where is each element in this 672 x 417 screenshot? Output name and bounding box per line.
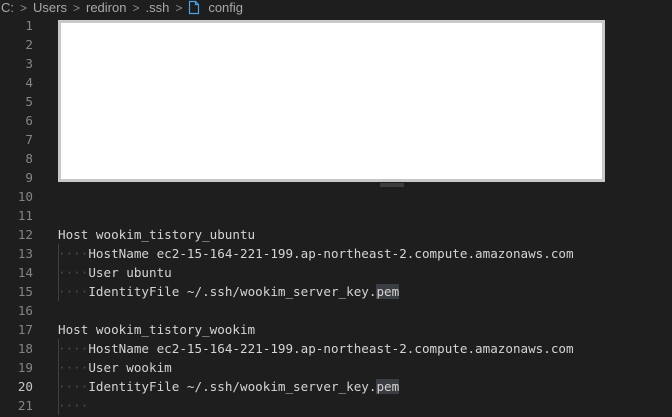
code-line[interactable]: 20 ····IdentityFile ~/.ssh/wookim_server_… [0, 377, 672, 396]
line-number: 9 [25, 170, 33, 185]
whitespace-marker: ···· [58, 379, 89, 394]
line-content: ····User wookim [58, 358, 172, 377]
line-number: 17 [17, 322, 33, 337]
line-number: 8 [25, 151, 33, 166]
line-text: IdentityFile ~/.ssh/wookim_server_key. [88, 379, 377, 394]
code-line[interactable]: 19 ····User wookim [0, 358, 672, 377]
line-number: 20 [17, 379, 33, 394]
line-content: ····IdentityFile ~/.ssh/wookim_server_ke… [58, 282, 400, 301]
breadcrumb: C: > Users > rediron > .ssh > config [0, 0, 244, 15]
code-line[interactable]: 18 ····HostName ec2-15-164-221-199.ap-nor… [0, 339, 672, 358]
line-content: Host wookim_tistory_ubuntu [58, 225, 255, 244]
chevron-right-icon: > [132, 0, 140, 15]
line-number: 18 [17, 341, 33, 356]
line-number: 1 [25, 18, 33, 33]
line-text: IdentityFile ~/.ssh/wookim_server_key. [88, 284, 377, 299]
code-line[interactable]: 21 ···· [0, 396, 672, 415]
breadcrumb-item-config[interactable]: config [207, 0, 244, 15]
whitespace-marker: ···· [58, 398, 89, 413]
chevron-right-icon: > [175, 0, 183, 15]
selection-highlight: pem [376, 284, 400, 299]
line-text: Host wookim_tistory_wookim [58, 322, 256, 337]
selection-highlight: pem [376, 379, 400, 394]
line-number: 11 [17, 208, 33, 223]
whitespace-marker: ···· [58, 246, 89, 261]
whitespace-marker: ···· [58, 265, 89, 280]
code-editor[interactable]: C: > Users > rediron > .ssh > config 123… [0, 0, 672, 417]
line-content: ····HostName ec2-15-164-221-199.ap-north… [58, 244, 574, 263]
line-number: 4 [25, 75, 33, 90]
line-number: 12 [17, 227, 33, 242]
code-line[interactable]: 13 ····HostName ec2-15-164-221-199.ap-nor… [0, 244, 672, 263]
code-line[interactable]: 16 [0, 301, 672, 320]
whitespace-marker: ···· [58, 360, 89, 375]
line-content: ····HostName ec2-15-164-221-199.ap-north… [58, 339, 574, 358]
chevron-right-icon: > [72, 0, 80, 15]
breadcrumb-item-ssh[interactable]: .ssh [144, 0, 170, 15]
code-line[interactable]: 10 [0, 187, 672, 206]
code-line[interactable]: 17 Host wookim_tistory_wookim [0, 320, 672, 339]
line-text: User wookim [88, 360, 172, 375]
chevron-right-icon: > [20, 0, 28, 15]
redaction-box [58, 20, 605, 182]
file-icon [187, 0, 201, 15]
line-text: Host wookim_tistory_ubuntu [58, 227, 256, 242]
line-number: 5 [25, 94, 33, 109]
line-number: 3 [25, 56, 33, 71]
line-number: 14 [17, 265, 33, 280]
line-number: 7 [25, 132, 33, 147]
line-number: 16 [17, 303, 33, 318]
line-text: HostName ec2-15-164-221-199.ap-northeast… [88, 341, 574, 356]
code-line[interactable]: 12 Host wookim_tistory_ubuntu [0, 225, 672, 244]
horizontal-scroll-handle[interactable] [380, 183, 404, 187]
line-number: 13 [17, 246, 33, 261]
line-content: ····IdentityFile ~/.ssh/wookim_server_ke… [58, 377, 400, 396]
whitespace-marker: ···· [58, 284, 89, 299]
line-content: ····User ubuntu [58, 263, 172, 282]
whitespace-marker: ···· [58, 341, 89, 356]
breadcrumb-item-rediron[interactable]: rediron [85, 0, 127, 15]
breadcrumb-item-users[interactable]: Users [32, 0, 68, 15]
line-text: HostName ec2-15-164-221-199.ap-northeast… [88, 246, 574, 261]
line-number: 19 [17, 360, 33, 375]
line-text: User ubuntu [88, 265, 172, 280]
line-number: 15 [17, 284, 33, 299]
line-number: 10 [17, 189, 33, 204]
line-number: 21 [17, 398, 33, 413]
code-line[interactable]: 14 ····User ubuntu [0, 263, 672, 282]
line-content: ···· [58, 396, 88, 415]
code-line[interactable]: 11 [0, 206, 672, 225]
line-content: Host wookim_tistory_wookim [58, 320, 255, 339]
breadcrumb-item-drive[interactable]: C: [0, 0, 15, 15]
code-line[interactable]: 15 ····IdentityFile ~/.ssh/wookim_server_… [0, 282, 672, 301]
line-number: 2 [25, 37, 33, 52]
line-number: 6 [25, 113, 33, 128]
